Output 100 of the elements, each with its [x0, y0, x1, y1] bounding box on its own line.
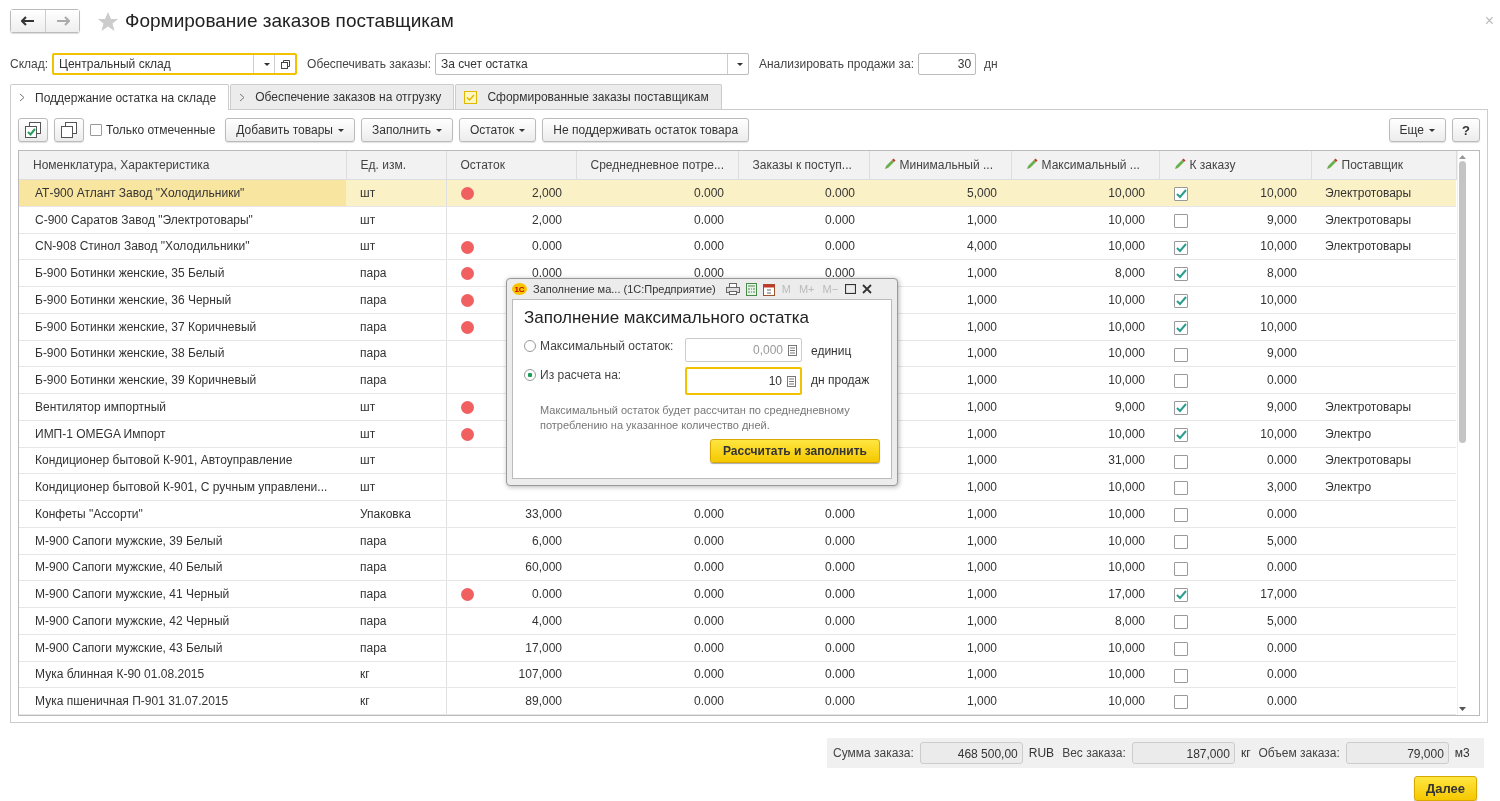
- printer-icon: [725, 283, 740, 295]
- checkbox[interactable]: [1174, 481, 1188, 496]
- checkbox[interactable]: [1174, 213, 1188, 228]
- checkbox-label: Только отмеченные: [106, 123, 216, 137]
- caret-icon: [519, 128, 526, 132]
- checkbox[interactable]: [1174, 374, 1188, 389]
- select-field[interactable]: За счет остатка: [434, 53, 749, 75]
- toolbar-button[interactable]: Не поддерживать остаток товара: [542, 118, 750, 142]
- checkbox[interactable]: [1174, 668, 1188, 683]
- table-cell: 1,000: [966, 346, 997, 361]
- check-icon: [1175, 269, 1187, 280]
- table-cell: 0.000: [693, 613, 724, 628]
- table-row[interactable]: CN-908 Стинол Завод "Холодильники" шт 0.000 0.000 0.000 4,000 10,000 10,000 Электротовары: [19, 233, 1456, 260]
- table-cell: 0.000: [824, 613, 855, 628]
- table-row[interactable]: М-900 Сапоги мужские, 42 Черный пара 4,000 0.000 0.000 1,000 8,000 5,000: [19, 607, 1456, 635]
- checkbox[interactable]: [1174, 534, 1188, 549]
- checkbox[interactable]: [1174, 695, 1188, 710]
- checkbox[interactable]: [1174, 401, 1188, 415]
- tab[interactable]: Поддержание остатка на складе: [10, 84, 230, 110]
- checkbox[interactable]: [1174, 588, 1188, 603]
- table-cell: 0.000: [824, 640, 855, 655]
- table-cell: 1,000: [966, 266, 997, 281]
- tab[interactable]: Сформированные заказы поставщикам: [455, 84, 722, 109]
- checkbox[interactable]: [1174, 615, 1188, 629]
- column-header[interactable]: Поставщик: [1311, 151, 1456, 180]
- total-label: Сумма заказа:: [833, 746, 914, 760]
- table-cell: 10,000: [1108, 346, 1145, 361]
- table-cell: 0.000: [1266, 694, 1297, 709]
- checkbox[interactable]: [1174, 641, 1188, 656]
- unit-label: м3: [1454, 746, 1470, 760]
- checkbox[interactable]: [1174, 561, 1188, 576]
- back-button[interactable]: [11, 10, 45, 32]
- checkbox[interactable]: [1174, 427, 1188, 442]
- table-row[interactable]: Мука блинная К-90 01.08.2015 кг 107,000 0.000 0.000 1,000 10,000 0.000: [19, 661, 1456, 688]
- table-row[interactable]: М-900 Сапоги мужские, 43 Белый пара 17,000 0.000 0.000 1,000 10,000 0.000: [19, 634, 1456, 661]
- checkbox[interactable]: [1174, 240, 1188, 255]
- check-all-button[interactable]: [18, 118, 48, 142]
- table-cell: АТ-900 Атлант Завод "Холодильники": [35, 185, 245, 200]
- table-cell: 1,000: [966, 667, 997, 682]
- copy-icon: [61, 122, 77, 138]
- toolbar-button[interactable]: Добавить товары: [225, 118, 355, 142]
- column-header[interactable]: Ед. изм.: [346, 151, 446, 180]
- table-row[interactable]: М-900 Сапоги мужские, 40 Белый пара 60,000 0.000 0.000 1,000 10,000 0.000: [19, 554, 1456, 581]
- pencil-icon: [1025, 158, 1038, 170]
- table-cell: шт: [360, 399, 376, 414]
- table-row[interactable]: М-900 Сапоги мужские, 39 Белый пара 6,000 0.000 0.000 1,000 10,000 5,000: [19, 527, 1456, 554]
- column-header[interactable]: К заказу: [1159, 151, 1311, 180]
- checkbox[interactable]: [90, 124, 102, 136]
- table-cell: 10,000: [1108, 667, 1145, 682]
- radio-button[interactable]: [524, 369, 536, 381]
- scrollbar[interactable]: [1456, 151, 1468, 715]
- table-cell: 10,000: [1108, 560, 1145, 575]
- help-button[interactable]: ?: [1452, 118, 1480, 142]
- column-header[interactable]: Максимальный ...: [1011, 151, 1159, 180]
- column-header[interactable]: Номенклатура, Характеристика: [19, 151, 346, 180]
- table-cell: 0.000: [531, 239, 562, 254]
- calculate-button[interactable]: Рассчитать и заполнить: [710, 439, 880, 463]
- toolbar-button[interactable]: Заполнить: [361, 118, 453, 142]
- checkbox[interactable]: [1174, 294, 1188, 308]
- checkbox[interactable]: [1174, 508, 1188, 522]
- more-button[interactable]: Еще: [1388, 118, 1446, 142]
- column-header[interactable]: Заказы к поступ...: [738, 151, 869, 180]
- option-label: Из расчета на:: [540, 367, 623, 382]
- table-cell: 107,000: [518, 667, 562, 682]
- table-cell: 10,000: [1108, 373, 1145, 388]
- table-cell: 10,000: [1108, 533, 1145, 548]
- table-row[interactable]: АТ-900 Атлант Завод "Холодильники" шт 2,000 0.000 0.000 5,000 10,000 10,000 Электротовары: [19, 179, 1456, 207]
- column-header[interactable]: Минимальный ...: [869, 151, 1011, 180]
- table-row[interactable]: Мука пшеничная П-901 31.07.2015 кг 89,000 0.000 0.000 1,000 10,000 0.000: [19, 687, 1456, 715]
- unit-label: RUB: [1028, 746, 1055, 760]
- checkbox[interactable]: [1174, 187, 1188, 201]
- select-field[interactable]: Центральный склад: [52, 53, 298, 75]
- checkbox[interactable]: [1174, 320, 1188, 335]
- column-header[interactable]: Среднедневное потре...: [576, 151, 738, 180]
- table-cell: 0.000: [824, 506, 855, 521]
- caret-icon: [737, 62, 744, 66]
- table-row[interactable]: Конфеты "Ассорти" Упаковка 33,000 0.000 0.000 1,000 10,000 0.000: [19, 500, 1456, 528]
- copy-button[interactable]: [54, 118, 84, 142]
- table-cell: М-900 Сапоги мужские, 41 Черный: [35, 587, 230, 602]
- next-button[interactable]: Далее: [1413, 776, 1477, 801]
- checkbox[interactable]: [1174, 347, 1188, 362]
- number-field[interactable]: 10: [685, 367, 802, 395]
- table-cell: шт: [360, 212, 376, 227]
- back-arrow-icon: [21, 16, 35, 26]
- table-row[interactable]: С-900 Саратов Завод "Электротовары" шт 2,000 0.000 0.000 1,000 10,000 9,000 Электротовары: [19, 206, 1456, 233]
- table-cell: 3,000: [1266, 480, 1297, 495]
- toolbar-button[interactable]: Остаток: [458, 118, 537, 142]
- table-row[interactable]: М-900 Сапоги мужские, 41 Черный пара 0.000 0.000 0.000 1,000 17,000 17,000: [19, 580, 1456, 608]
- checkbox[interactable]: [1174, 454, 1188, 469]
- check-icon: [1175, 296, 1187, 306]
- table-cell: 10,000: [1108, 426, 1145, 441]
- scrollbar-thumb[interactable]: [1459, 161, 1466, 443]
- table-cell: 0.000: [824, 266, 855, 281]
- column-header[interactable]: Остаток: [446, 151, 576, 180]
- checkbox[interactable]: [1174, 267, 1188, 282]
- tab[interactable]: Обеспечение заказов на отгрузку: [230, 84, 455, 109]
- number-field[interactable]: 30: [918, 53, 977, 75]
- table-cell: 0.000: [693, 667, 724, 682]
- table-cell: 0.000: [693, 640, 724, 655]
- calculator-icon: [788, 344, 797, 356]
